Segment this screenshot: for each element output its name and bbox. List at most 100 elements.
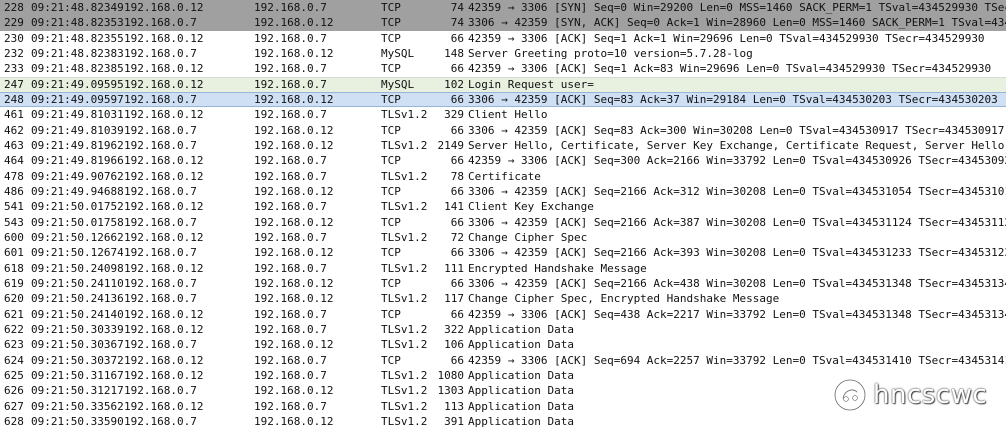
packet-number: 230 bbox=[4, 31, 24, 45]
packet-number: 232 bbox=[4, 46, 24, 60]
packet-source: 192.168.0.12 bbox=[124, 353, 204, 367]
packet-source: 192.168.0.12 bbox=[124, 1, 204, 14]
packet-number: 628 bbox=[4, 414, 24, 428]
packet-info: Application Data bbox=[468, 338, 574, 352]
packet-row[interactable]: 464 09:21:49.819666 192.168.0.12 192.168.0.… bbox=[0, 153, 1006, 169]
packet-length: 102 bbox=[444, 77, 464, 91]
packet-protocol: TCP bbox=[381, 154, 401, 168]
packet-destination: 192.168.0.12 bbox=[254, 246, 334, 260]
packet-number: 229 bbox=[4, 16, 24, 30]
packet-number: 620 bbox=[4, 292, 24, 306]
packet-time: 09:21:49.819620 bbox=[31, 138, 123, 152]
packet-number: 248 bbox=[4, 92, 24, 106]
packet-row[interactable]: 232 09:21:48.823833 192.168.0.7 192.168.0.1… bbox=[0, 45, 1006, 62]
packet-info: Change Cipher Spec, Encrypted Handshake … bbox=[468, 292, 780, 306]
packet-protocol: TLSv1.2 bbox=[381, 169, 428, 183]
packet-protocol: TCP bbox=[381, 31, 401, 45]
packet-number: 626 bbox=[4, 384, 24, 398]
packet-list-rows: 228 09:21:48.823498 192.168.0.12 192.168.0.… bbox=[0, 0, 1006, 430]
packet-source: 192.168.0.7 bbox=[124, 123, 197, 137]
watermark: hncscwc bbox=[833, 376, 1003, 414]
packet-row[interactable]: 478 09:21:49.907627 192.168.0.12 192.168.0.… bbox=[0, 168, 1006, 184]
packet-protocol: TLSv1.2 bbox=[381, 368, 428, 382]
packet-protocol: TLSv1.2 bbox=[381, 384, 428, 398]
packet-number: 247 bbox=[4, 77, 24, 91]
packet-destination: 192.168.0.7 bbox=[254, 368, 327, 382]
packet-destination: 192.168.0.12 bbox=[254, 414, 334, 428]
packet-protocol: TCP bbox=[381, 62, 401, 76]
packet-number: 463 bbox=[4, 138, 24, 152]
packet-row[interactable]: 463 09:21:49.819620 192.168.0.7 192.168.0.1… bbox=[0, 137, 1006, 154]
packet-number: 543 bbox=[4, 215, 24, 229]
packet-length: 66 bbox=[450, 92, 464, 106]
packet-protocol: TCP bbox=[381, 215, 401, 229]
packet-length: 329 bbox=[444, 108, 464, 122]
packet-destination: 192.168.0.12 bbox=[254, 384, 334, 398]
packet-time: 09:21:50.017523 bbox=[31, 200, 123, 214]
packet-destination: 192.168.0.7 bbox=[254, 261, 327, 275]
packet-time: 09:21:50.303397 bbox=[31, 322, 123, 336]
packet-protocol: TLSv1.2 bbox=[381, 108, 428, 122]
packet-row[interactable]: 462 09:21:49.810395 192.168.0.7 192.168.0.1… bbox=[0, 122, 1006, 138]
packet-info: 3306 → 42359 [ACK] Seq=83 Ack=37 Win=291… bbox=[468, 92, 998, 106]
packet-info: Certificate bbox=[468, 169, 541, 183]
packet-row[interactable]: 486 09:21:49.946886 192.168.0.7 192.168.0.1… bbox=[0, 183, 1006, 200]
packet-time: 09:21:48.823857 bbox=[31, 62, 123, 76]
packet-time: 09:21:50.311671 bbox=[31, 368, 123, 382]
packet-number: 622 bbox=[4, 322, 24, 336]
packet-info: Application Data bbox=[468, 414, 574, 428]
packet-row[interactable]: 623 09:21:50.303676 192.168.0.7 192.168.0.1… bbox=[0, 337, 1006, 353]
packet-destination: 192.168.0.12 bbox=[254, 292, 334, 306]
packet-destination: 192.168.0.12 bbox=[254, 123, 334, 137]
packet-row[interactable]: 461 09:21:49.810312 192.168.0.12 192.168.0.… bbox=[0, 107, 1006, 123]
packet-row[interactable]: 229 09:21:48.823536 192.168.0.7 192.168.0.1… bbox=[0, 15, 1006, 31]
packet-row[interactable]: 619 09:21:50.241100 192.168.0.7 192.168.0.1… bbox=[0, 275, 1006, 292]
packet-row[interactable]: 247 09:21:49.095959 192.168.0.12 192.168.0.… bbox=[0, 76, 1006, 92]
packet-source: 192.168.0.12 bbox=[124, 307, 204, 321]
packet-row[interactable]: 248 09:21:49.095977 192.168.0.7 192.168.0.1… bbox=[0, 91, 1006, 108]
packet-source: 192.168.0.7 bbox=[124, 215, 197, 229]
packet-source: 192.168.0.12 bbox=[124, 154, 204, 168]
packet-destination: 192.168.0.12 bbox=[254, 16, 334, 30]
packet-row[interactable]: 628 09:21:50.335903 192.168.0.7 192.168.0.1… bbox=[0, 413, 1006, 430]
packet-row[interactable]: 601 09:21:50.126749 192.168.0.7 192.168.0.1… bbox=[0, 245, 1006, 261]
packet-number: 541 bbox=[4, 200, 24, 214]
packet-destination: 192.168.0.7 bbox=[254, 62, 327, 76]
packet-length: 66 bbox=[450, 154, 464, 168]
packet-destination: 192.168.0.7 bbox=[254, 230, 327, 244]
packet-time: 09:21:50.241364 bbox=[31, 292, 123, 306]
packet-row[interactable]: 618 09:21:50.240985 192.168.0.12 192.168.0.… bbox=[0, 260, 1006, 276]
packet-source: 192.168.0.12 bbox=[124, 108, 204, 122]
packet-time: 09:21:49.095977 bbox=[31, 92, 123, 106]
packet-time: 09:21:49.810395 bbox=[31, 123, 123, 137]
packet-length: 106 bbox=[444, 338, 464, 352]
packet-number: 619 bbox=[4, 276, 24, 290]
packet-protocol: TLSv1.2 bbox=[381, 338, 428, 352]
packet-length: 72 bbox=[450, 230, 464, 244]
packet-source: 192.168.0.12 bbox=[124, 62, 204, 76]
packet-row[interactable]: 600 09:21:50.126629 192.168.0.12 192.168.0.… bbox=[0, 229, 1006, 246]
packet-destination: 192.168.0.7 bbox=[254, 169, 327, 183]
packet-time: 09:21:50.241400 bbox=[31, 307, 123, 321]
packet-row[interactable]: 230 09:21:48.823559 192.168.0.12 192.168.0.… bbox=[0, 30, 1006, 46]
packet-time: 09:21:50.303729 bbox=[31, 353, 123, 367]
packet-source: 192.168.0.7 bbox=[124, 276, 197, 290]
packet-number: 461 bbox=[4, 108, 24, 122]
packet-row[interactable]: 624 09:21:50.303729 192.168.0.12 192.168.0.… bbox=[0, 352, 1006, 368]
packet-time: 09:21:49.095959 bbox=[31, 77, 123, 91]
packet-row[interactable]: 620 09:21:50.241364 192.168.0.7 192.168.0.1… bbox=[0, 291, 1006, 307]
packet-source: 192.168.0.7 bbox=[124, 46, 197, 60]
packet-protocol: TLSv1.2 bbox=[381, 292, 428, 306]
packet-row[interactable]: 541 09:21:50.017523 192.168.0.12 192.168.0.… bbox=[0, 199, 1006, 215]
packet-row[interactable]: 543 09:21:50.017587 192.168.0.7 192.168.0.1… bbox=[0, 214, 1006, 230]
packet-row[interactable]: 622 09:21:50.303397 192.168.0.12 192.168.0.… bbox=[0, 321, 1006, 338]
packet-row[interactable]: 233 09:21:48.823857 192.168.0.12 192.168.0.… bbox=[0, 61, 1006, 77]
packet-row[interactable]: 228 09:21:48.823498 192.168.0.12 192.168.0.… bbox=[0, 0, 1006, 16]
packet-protocol: TCP bbox=[381, 16, 401, 30]
packet-number: 462 bbox=[4, 123, 24, 137]
packet-length: 74 bbox=[450, 16, 464, 30]
packet-length: 74 bbox=[450, 1, 464, 14]
packet-length: 391 bbox=[444, 414, 464, 428]
packet-row[interactable]: 621 09:21:50.241400 192.168.0.12 192.168.0.… bbox=[0, 306, 1006, 322]
packet-length: 1303 bbox=[437, 384, 465, 398]
